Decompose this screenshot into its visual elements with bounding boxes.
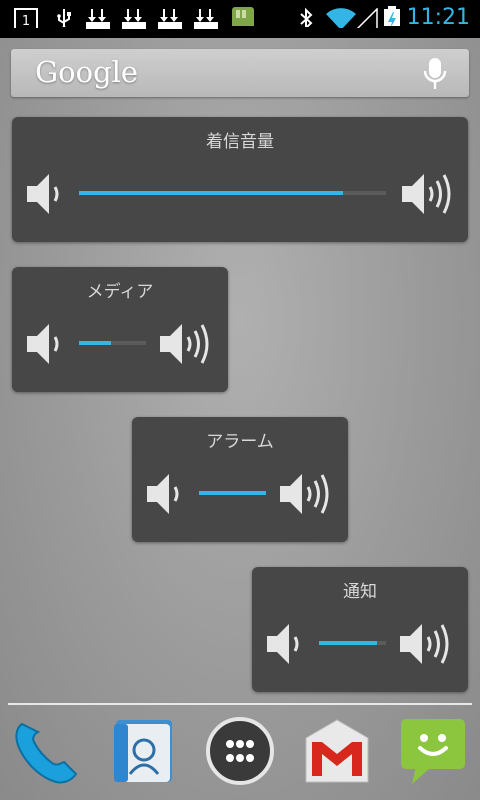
sd-card-icon [232,7,254,26]
download-icon [158,9,182,29]
volume-up-icon[interactable] [398,622,456,668]
contacts-icon[interactable] [108,716,178,786]
volume-slider[interactable] [79,191,386,195]
status-bar: 1 11:21 [0,0,480,38]
volume-widget-ringer: 着信音量 [12,117,468,242]
download-icon [86,9,110,29]
volume-slider-fill [79,341,112,345]
volume-down-icon[interactable] [25,322,65,366]
volume-slider-fill [79,191,344,195]
volume-down-icon[interactable] [265,622,305,666]
volume-widget-alarm: アラーム [132,417,348,542]
usb-icon [57,9,71,27]
download-icon [122,9,146,29]
notification-count-icon: 1 [14,8,38,28]
status-clock: 11:21 [406,5,470,30]
volume-slider-fill [319,641,377,645]
dock-divider [8,703,472,705]
volume-widget-label: 着信音量 [206,132,274,152]
volume-slider[interactable] [79,341,146,345]
google-search-bar[interactable]: Google [11,49,469,97]
download-icon [194,9,218,29]
mic-icon[interactable] [423,57,447,91]
volume-up-icon[interactable] [400,172,458,218]
volume-up-icon[interactable] [158,322,216,368]
battery-charging-icon [384,6,400,26]
gmail-icon[interactable] [302,716,372,786]
volume-up-icon[interactable] [278,472,336,518]
volume-slider[interactable] [199,491,266,495]
volume-widget-label: メディア [86,282,154,302]
notification-count: 1 [22,14,30,28]
signal-icon [356,8,378,28]
messaging-icon[interactable] [398,716,468,786]
volume-widget-label: アラーム [206,432,274,452]
bluetooth-icon [300,7,313,27]
volume-down-icon[interactable] [145,472,185,516]
volume-slider-fill [199,491,266,495]
phone-icon[interactable] [10,716,80,786]
volume-widget-label: 通知 [343,582,377,602]
wifi-icon [326,8,356,28]
volume-widget-media: メディア [12,267,228,392]
volume-slider[interactable] [319,641,386,645]
volume-down-icon[interactable] [25,172,65,216]
app-drawer-icon[interactable] [205,716,275,786]
volume-widget-notification: 通知 [252,567,468,692]
google-logo: Google [35,55,139,89]
